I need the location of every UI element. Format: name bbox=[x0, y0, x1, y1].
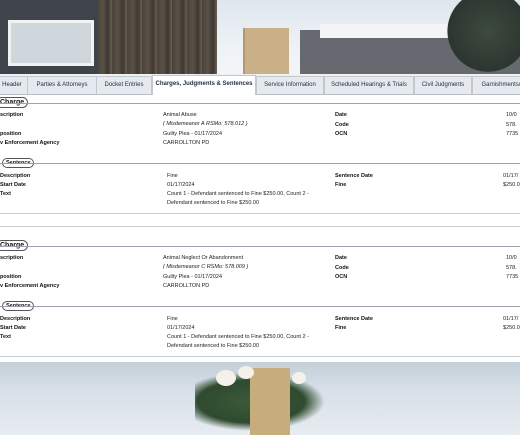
charge-1-text-line1: Count 1 - Defendant sentenced to Fine $2… bbox=[167, 191, 309, 197]
charge-2-description-label: scription bbox=[0, 255, 24, 261]
charge-1-sentence-description: Fine bbox=[167, 173, 178, 179]
tab-scheduled-hearings-trials[interactable]: Scheduled Hearings & Trials bbox=[324, 76, 414, 94]
charge-2-fine: $250.0 bbox=[503, 325, 520, 331]
charge-1-ocn-label: OCN bbox=[335, 131, 348, 137]
charge-2-start-date: 01/17/2024 bbox=[167, 325, 195, 331]
charge-2-code-label: Code bbox=[335, 265, 349, 271]
flower-shape bbox=[216, 370, 236, 386]
charge-2-statute: ( Misdemeanor C RSMo: 578.009 ) bbox=[163, 264, 249, 270]
charge-2-ocn: 7735 bbox=[506, 274, 519, 280]
charge-1-code: 578. bbox=[506, 122, 517, 128]
charge-1-sentence-date-label: Sentence Date bbox=[335, 173, 373, 179]
evergreen-shape bbox=[440, 0, 520, 78]
flower-shape bbox=[238, 366, 254, 379]
flower-shape bbox=[292, 372, 306, 384]
tab-header[interactable]: Header bbox=[0, 76, 28, 94]
tab-parties-attorneys[interactable]: Parties & Attorneys bbox=[27, 76, 97, 94]
charge-2-end-divider bbox=[0, 356, 520, 357]
charge-2-disposition: Guilty Plea - 01/17/2024 bbox=[163, 274, 223, 280]
charge-1-statute: ( Misdemeanor A RSMo: 578.012 ) bbox=[163, 121, 248, 127]
charge-1-sentence-description-label: Description bbox=[0, 173, 31, 179]
charge-1-text-line2: Defendant sentenced to Fine $250.00 bbox=[167, 200, 260, 206]
background-photo-top bbox=[0, 0, 520, 78]
tree-trunk-shape bbox=[97, 0, 217, 78]
charge-2-ocn-label: OCN bbox=[335, 274, 348, 280]
charge-2-sentence-divider bbox=[0, 306, 520, 307]
charge-2-disposition-label: position bbox=[0, 274, 22, 280]
charge-1-description-label: scription bbox=[0, 112, 24, 118]
charge-1-fine-label: Fine bbox=[335, 182, 347, 188]
tab-service-information[interactable]: Service Information bbox=[256, 76, 324, 94]
charge-1-date-label: Date bbox=[335, 112, 347, 118]
charge-1-start-date-label: Start Date bbox=[0, 182, 26, 188]
charge-separator bbox=[0, 226, 520, 227]
charge-2-date-label: Date bbox=[335, 255, 347, 261]
charge-2-sentence-description-label: Description bbox=[0, 316, 31, 322]
charge-1-date: 10/0 bbox=[506, 112, 517, 118]
charge-1-agency: CARROLLTON PD bbox=[163, 140, 210, 146]
charge-2-text-label: Text bbox=[0, 334, 11, 340]
charge-1-start-date: 01/17/2024 bbox=[167, 182, 195, 188]
charge-2-sentence-date-label: Sentence Date bbox=[335, 316, 373, 322]
charge-1-sentence-date: 01/17/ bbox=[503, 173, 519, 179]
charge-2-text-line2: Defendant sentenced to Fine $250.00 bbox=[167, 343, 260, 349]
charge-2-code: 578. bbox=[506, 265, 517, 271]
tab-civil-judgments[interactable]: Civil Judgments bbox=[414, 76, 472, 94]
tab-bar: Header Parties & Attorneys Docket Entrie… bbox=[0, 74, 520, 95]
wooden-post-shape bbox=[243, 28, 289, 78]
charge-2-sentence-description: Fine bbox=[167, 316, 178, 322]
charge-2-date: 10/0 bbox=[506, 255, 517, 261]
charge-2-divider bbox=[0, 246, 520, 247]
charge-2-sentence-date: 01/17/ bbox=[503, 316, 519, 322]
charge-2-start-date-label: Start Date bbox=[0, 325, 26, 331]
charge-2-agency-label: v Enforcement Agency bbox=[0, 283, 60, 289]
memorial-post-shape bbox=[250, 368, 290, 435]
tab-charges-judgments-sentences[interactable]: Charges, Judgments & Sentences bbox=[152, 75, 256, 95]
tab-docket-entries[interactable]: Docket Entries bbox=[96, 76, 152, 94]
charge-1-agency-label: v Enforcement Agency bbox=[0, 140, 60, 146]
charge-2-agency: CARROLLTON PD bbox=[163, 283, 210, 289]
charge-2-description: Animal Neglect Or Abandonment bbox=[163, 255, 244, 261]
charge-1-end-divider bbox=[0, 213, 520, 214]
charge-2-text-line1: Count 1 - Defendant sentenced to Fine $2… bbox=[167, 334, 309, 340]
charge-1-description: Animal Abuse bbox=[163, 112, 197, 118]
charge-1-divider bbox=[0, 103, 520, 104]
charge-1-disposition: Guilty Plea - 01/17/2024 bbox=[163, 131, 223, 137]
charge-1-sentence-divider bbox=[0, 163, 520, 164]
charge-1-ocn: 7735 bbox=[506, 131, 519, 137]
charge-1-disposition-label: position bbox=[0, 131, 22, 137]
charge-2-fine-label: Fine bbox=[335, 325, 347, 331]
case-record-panel: Header Parties & Attorneys Docket Entrie… bbox=[0, 74, 520, 362]
tab-garnishments[interactable]: Garnishments/ bbox=[472, 76, 520, 94]
charge-1-text-label: Text bbox=[0, 191, 11, 197]
charge-1-fine: $250.0 bbox=[503, 182, 520, 188]
charge-1-code-label: Code bbox=[335, 122, 349, 128]
